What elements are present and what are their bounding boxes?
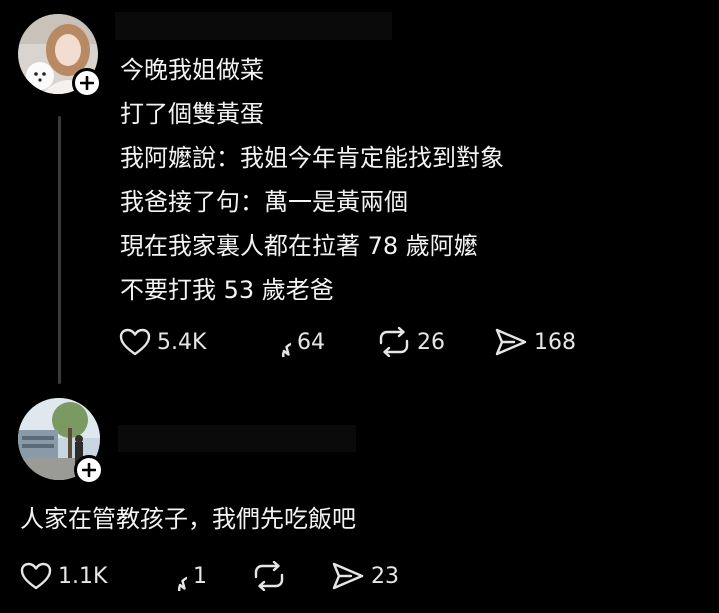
heart-icon bbox=[20, 562, 52, 590]
reply-like-button[interactable]: 1.1K bbox=[20, 561, 107, 591]
repost-count: 26 bbox=[417, 329, 445, 355]
like-count: 5.4K bbox=[157, 329, 207, 355]
heart-icon bbox=[119, 328, 151, 356]
share-icon bbox=[495, 328, 527, 356]
comment-count: 64 bbox=[297, 329, 325, 355]
post-line: 不要打我 53 歲老爸 bbox=[120, 276, 334, 304]
reply-comment-count: 1 bbox=[193, 563, 207, 589]
post-line: 我爸接了句：萬一是黃兩個 bbox=[120, 188, 408, 216]
reply-text: 人家在管教孩子，我們先吃飯吧 bbox=[20, 505, 356, 533]
share-button[interactable]: 168 bbox=[494, 327, 576, 357]
thread-line bbox=[58, 116, 61, 384]
comment-icon bbox=[178, 576, 187, 591]
post-line: 我阿嬤說：我姐今年肯定能找到對象 bbox=[120, 144, 504, 172]
post-line: 現在我家裏人都在拉著 78 歲阿嬤 bbox=[120, 232, 478, 260]
reply-share-count: 23 bbox=[371, 563, 399, 589]
reply-username-redacted bbox=[118, 425, 356, 452]
comment-button[interactable]: 64 bbox=[259, 327, 325, 357]
post-line: 今晚我姐做菜 bbox=[120, 56, 264, 84]
plus-icon bbox=[82, 463, 96, 477]
follow-button[interactable] bbox=[72, 68, 102, 98]
reply-repost-button[interactable] bbox=[252, 561, 286, 591]
repost-button[interactable]: 26 bbox=[377, 327, 445, 357]
reply-share-button[interactable]: 23 bbox=[331, 561, 399, 591]
comment-icon bbox=[282, 342, 291, 357]
username-redacted bbox=[115, 12, 392, 40]
share-count: 168 bbox=[534, 329, 576, 355]
post-text: 今晚我姐做菜 打了個雙黃蛋 我阿嬤說：我姐今年肯定能找到對象 我爸接了句：萬一是… bbox=[120, 48, 504, 312]
reply-follow-button[interactable] bbox=[74, 455, 104, 485]
reply-comment-button[interactable]: 1 bbox=[155, 561, 207, 591]
like-button[interactable]: 5.4K bbox=[119, 327, 206, 357]
plus-icon bbox=[80, 76, 94, 90]
reply-like-count: 1.1K bbox=[58, 563, 108, 589]
repost-icon bbox=[379, 327, 409, 357]
share-icon bbox=[332, 562, 364, 590]
post-line: 打了個雙黃蛋 bbox=[120, 100, 264, 128]
repost-icon bbox=[254, 561, 284, 591]
